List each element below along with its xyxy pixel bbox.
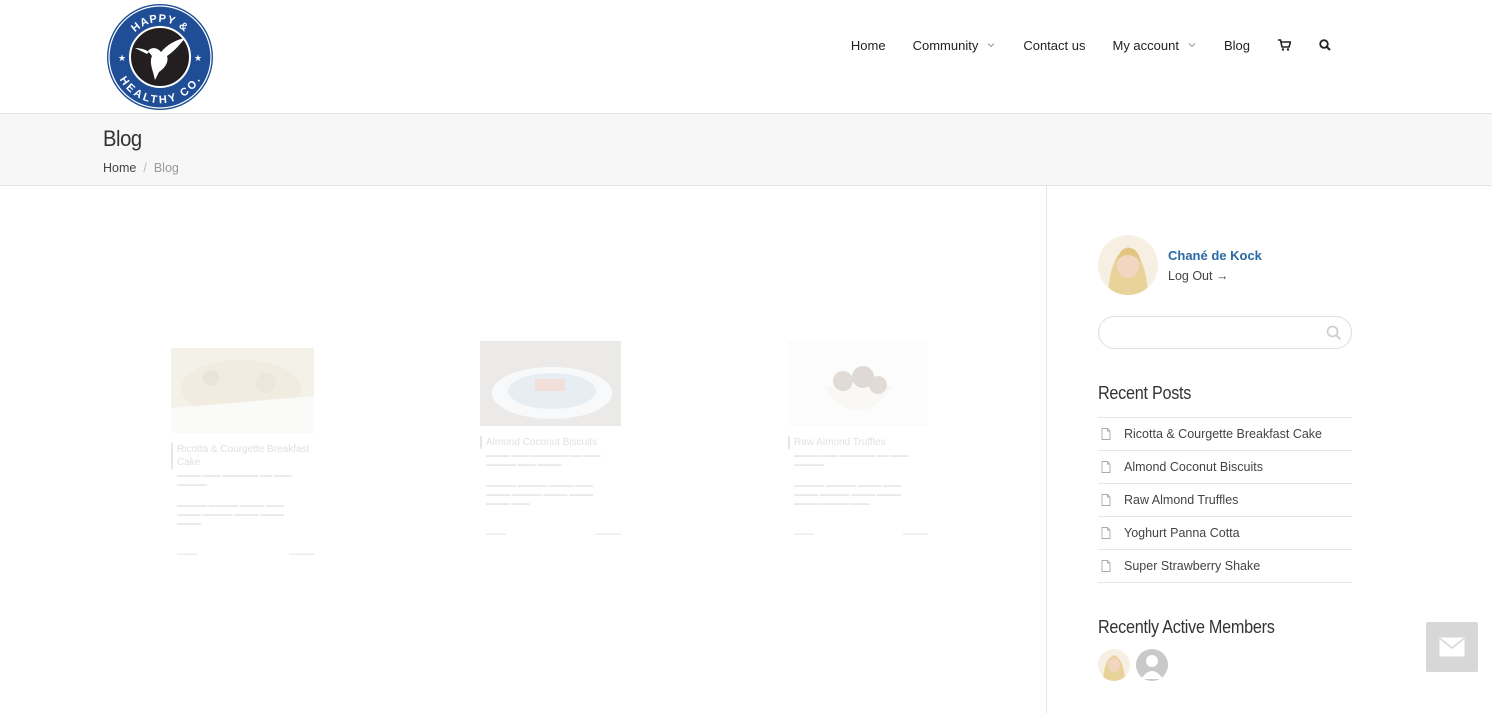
document-icon: [1101, 494, 1111, 506]
post-card[interactable]: Ricotta & Courgette Breakfast Cake ▬▬▬▬ …: [171, 348, 314, 557]
search-icon: [1319, 39, 1331, 51]
post-excerpt: ▬▬▬▬▬ ▬▬▬▬▬ ▬▬▬▬ ▬▬▬ ▬▬▬▬ ▬▬▬▬▬ ▬▬▬▬ ▬▬▬▬…: [794, 483, 902, 507]
post-thumbnail[interactable]: [171, 348, 314, 433]
breadcrumb-home[interactable]: Home: [103, 161, 136, 175]
main-nav: Home Community Contact us My account Blo…: [824, 34, 1332, 56]
recent-post-link: Almond Coconut Biscuits: [1124, 460, 1263, 474]
nav-home-label: Home: [850, 37, 886, 53]
member-avatar[interactable]: [1136, 649, 1168, 681]
sidebar-search: [1098, 316, 1352, 349]
nav-community-label: Community: [912, 37, 979, 53]
nav-my-account[interactable]: My account: [1112, 38, 1196, 53]
nav-contact-us-label: Contact us: [1023, 37, 1086, 53]
search-icon[interactable]: [1326, 325, 1342, 341]
member-avatar[interactable]: [1098, 649, 1130, 681]
blog-content: Ricotta & Courgette Breakfast Cake ▬▬▬▬ …: [0, 186, 1047, 713]
user-profile: Chané de Kock Log Out →: [1098, 235, 1262, 295]
list-item[interactable]: Super Strawberry Shake: [1098, 550, 1352, 583]
logo-star-right: ★: [194, 54, 202, 64]
recent-post-link: Ricotta & Courgette Breakfast Cake: [1124, 427, 1323, 441]
page-title: Blog: [103, 126, 142, 151]
breadcrumb-current: Blog: [153, 161, 179, 175]
active-members-title: Recently Active Members: [1098, 617, 1275, 637]
post-excerpt: ▬▬▬▬▬ ▬▬▬▬▬ ▬▬▬▬ ▬▬▬ ▬▬▬▬ ▬▬▬▬▬ ▬▬▬▬ ▬▬▬▬…: [177, 503, 285, 527]
post-footer: ▬▬▬▬ ▬▬▬▬▬: [794, 531, 928, 537]
nav-community[interactable]: Community: [913, 38, 997, 53]
recent-post-link: Raw Almond Truffles: [1124, 493, 1239, 507]
chevron-down-icon: [987, 43, 995, 48]
post-card[interactable]: Raw Almond Truffles ▬▬▬▬ ▬▬▬ ▬▬▬▬▬▬ ▬▬ ▬…: [788, 341, 928, 537]
nav-contact-us[interactable]: Contact us: [1023, 38, 1085, 53]
list-item[interactable]: Ricotta & Courgette Breakfast Cake: [1098, 418, 1352, 451]
recent-posts-list: Ricotta & Courgette Breakfast Cake Almon…: [1098, 417, 1352, 583]
nav-my-account-label: My account: [1112, 37, 1179, 53]
user-avatar[interactable]: [1098, 235, 1158, 295]
document-icon: [1101, 527, 1111, 539]
page-title-bar: Blog Home / Blog: [0, 114, 1492, 186]
list-item[interactable]: Almond Coconut Biscuits: [1098, 451, 1352, 484]
post-card[interactable]: Almond Coconut Biscuits ▬▬▬▬ ▬▬▬ ▬▬▬▬▬▬ …: [480, 341, 621, 537]
chevron-down-icon: [1188, 43, 1196, 48]
post-title[interactable]: Raw Almond Truffles: [788, 436, 928, 449]
user-info: Chané de Kock Log Out →: [1168, 248, 1262, 283]
cart-icon: [1277, 39, 1291, 51]
post-thumbnail[interactable]: [788, 341, 928, 426]
recent-post-link: Yoghurt Panna Cotta: [1124, 526, 1240, 540]
nav-blog-label: Blog: [1223, 37, 1250, 53]
logout-link[interactable]: Log Out →: [1168, 269, 1262, 283]
document-icon: [1101, 461, 1111, 473]
recent-posts-title: Recent Posts: [1098, 383, 1192, 403]
recent-post-link: Super Strawberry Shake: [1124, 559, 1261, 573]
list-item[interactable]: Yoghurt Panna Cotta: [1098, 517, 1352, 550]
document-icon: [1101, 560, 1111, 572]
nav-cart-button[interactable]: [1277, 38, 1291, 52]
post-title[interactable]: Almond Coconut Biscuits: [480, 436, 621, 449]
list-item[interactable]: Raw Almond Truffles: [1098, 484, 1352, 517]
breadcrumb: Home / Blog: [103, 161, 179, 175]
post-meta: ▬▬▬▬ ▬▬▬ ▬▬▬▬▬▬ ▬▬ ▬▬▬ ▬▬▬▬▬ ▬▬▬ ▬▬▬▬: [486, 453, 601, 468]
nav-search-button[interactable]: [1318, 38, 1332, 52]
nav-blog[interactable]: Blog: [1224, 38, 1250, 53]
post-meta: ▬▬▬▬ ▬▬▬ ▬▬▬▬▬▬ ▬▬ ▬▬▬ ▬▬▬▬▬: [177, 473, 292, 488]
contact-button[interactable]: [1426, 622, 1478, 672]
breadcrumb-separator: /: [143, 161, 147, 175]
sidebar-search-input[interactable]: [1111, 317, 1321, 348]
site-header: HAPPY & HEALTHY CO. ★ ★ Home Community C…: [0, 0, 1492, 114]
post-title[interactable]: Ricotta & Courgette Breakfast Cake: [171, 443, 314, 469]
post-footer: ▬▬▬▬ ▬▬▬▬▬: [177, 551, 314, 557]
document-icon: [1101, 428, 1111, 440]
active-members-list: [1098, 649, 1174, 681]
logo-star-left: ★: [118, 54, 126, 64]
user-name-link[interactable]: Chané de Kock: [1168, 248, 1262, 263]
post-excerpt: ▬▬▬▬▬ ▬▬▬▬▬ ▬▬▬▬ ▬▬▬ ▬▬▬▬ ▬▬▬▬▬ ▬▬▬▬ ▬▬▬▬…: [486, 483, 594, 507]
envelope-icon: [1439, 637, 1465, 657]
site-logo[interactable]: HAPPY & HEALTHY CO. ★ ★: [105, 2, 215, 112]
nav-home[interactable]: Home: [851, 38, 886, 53]
post-footer: ▬▬▬▬ ▬▬▬▬▬: [486, 531, 621, 537]
post-meta: ▬▬▬▬ ▬▬▬ ▬▬▬▬▬▬ ▬▬ ▬▬▬ ▬▬▬▬▬: [794, 453, 909, 468]
post-thumbnail[interactable]: [480, 341, 621, 426]
